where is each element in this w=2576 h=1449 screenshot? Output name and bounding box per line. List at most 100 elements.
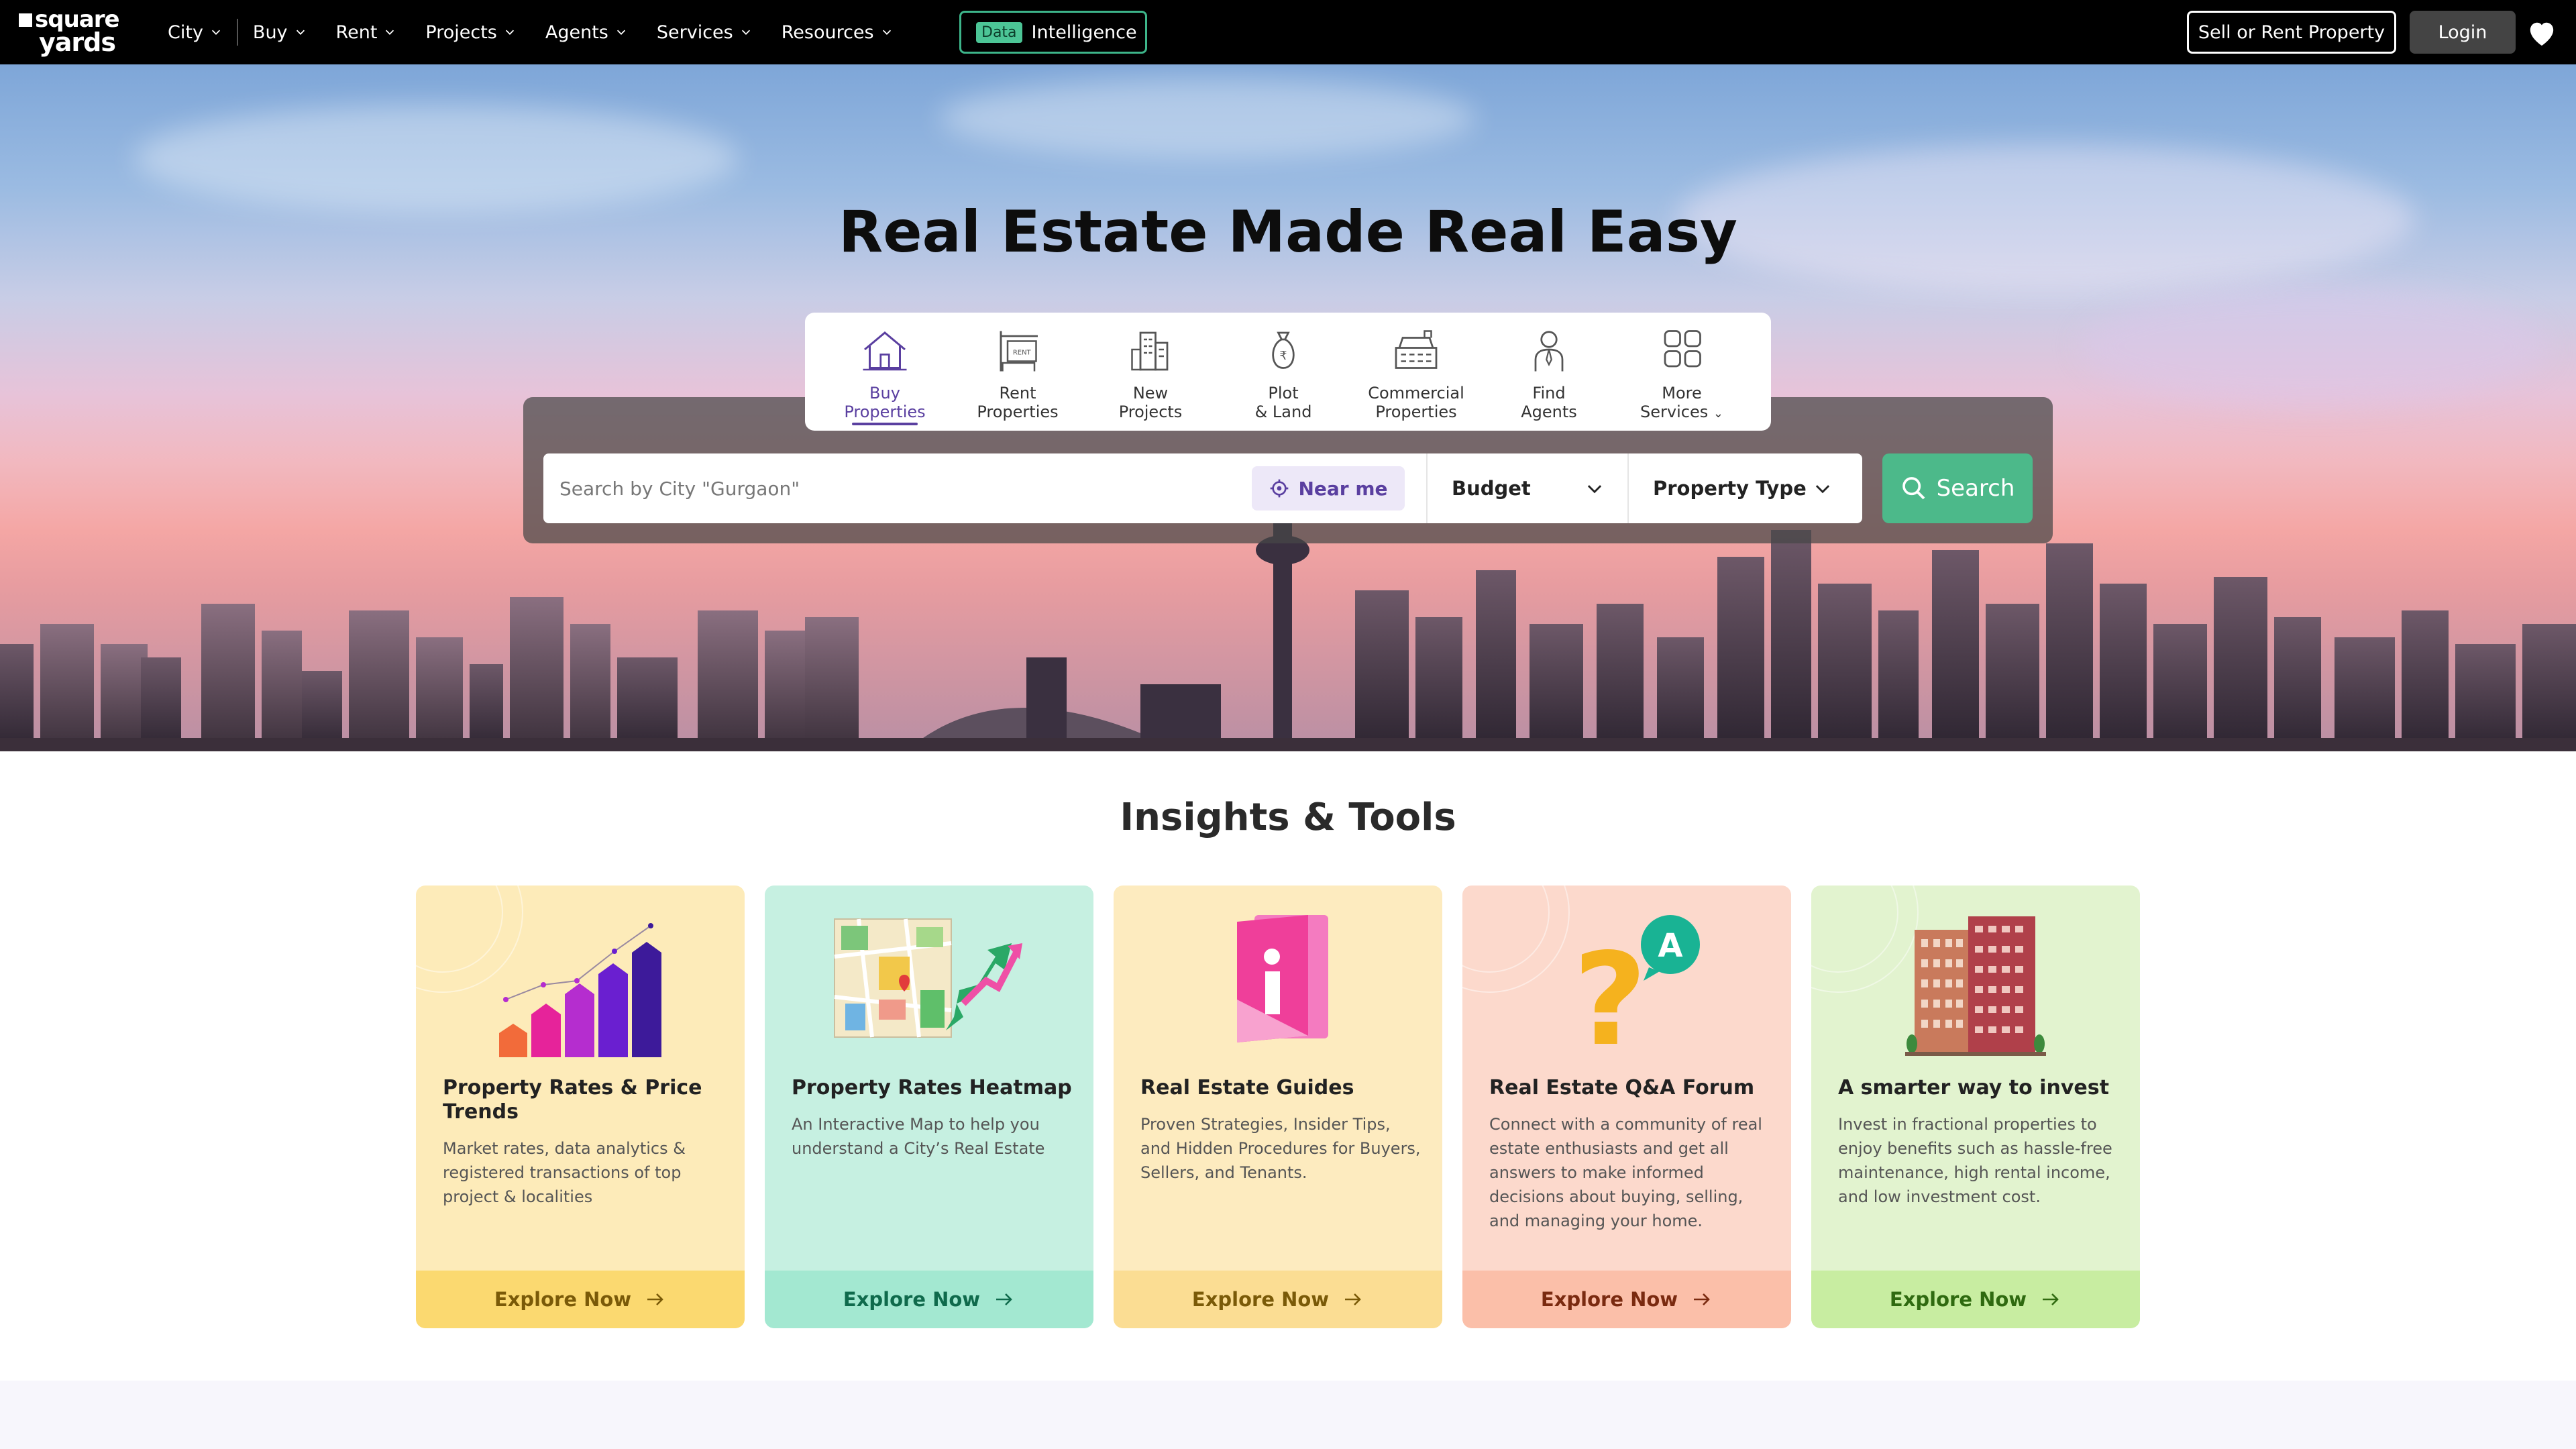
- nav-resources-label: Resources: [781, 21, 874, 43]
- nav-resources[interactable]: Resources: [782, 22, 893, 43]
- insight-card-qa-forum[interactable]: ? A Real Estate Q&A Forum Connect with a…: [1462, 885, 1791, 1328]
- nav-divider: [236, 19, 238, 46]
- search-button[interactable]: Search: [1882, 453, 2033, 523]
- heart-icon[interactable]: [2526, 19, 2557, 47]
- data-intelligence-button[interactable]: Data Intelligence: [959, 11, 1147, 54]
- grid-icon: [1664, 330, 1701, 368]
- tab-label-line2: & Land: [1254, 402, 1312, 421]
- insight-card-guides[interactable]: Real Estate Guides Proven Strategies, In…: [1114, 885, 1442, 1328]
- explore-now-button[interactable]: Explore Now: [765, 1271, 1093, 1328]
- tab-label-line1: Find: [1532, 384, 1566, 402]
- top-navbar: square yards City Buy Rent Projects Agen…: [0, 0, 2576, 64]
- near-me-button[interactable]: Near me: [1252, 466, 1405, 511]
- tab-label-line2: Services: [1640, 402, 1709, 421]
- svg-text:₹: ₹: [1279, 350, 1287, 363]
- tab-label-line1: Commercial: [1368, 384, 1464, 402]
- nav-projects[interactable]: Projects: [425, 22, 515, 43]
- sell-or-rent-button[interactable]: Sell or Rent Property: [2187, 11, 2396, 54]
- nav-services[interactable]: Services: [657, 22, 752, 43]
- card-description: Connect with a community of real estate …: [1489, 1115, 1762, 1230]
- search-button-label: Search: [1936, 475, 2015, 502]
- locate-icon: [1271, 479, 1289, 498]
- login-button[interactable]: Login: [2410, 11, 2516, 54]
- search-icon: [1902, 477, 1925, 500]
- money-bag-icon: ₹: [1272, 331, 1295, 369]
- arrow-right-icon: [1345, 1293, 1361, 1305]
- card-title: Real Estate Q&A Forum: [1489, 1076, 1755, 1099]
- arrow-right-icon: [1694, 1293, 1710, 1305]
- card-description: Market rates, data analytics & registere…: [443, 1139, 686, 1206]
- tab-label-line2: Properties: [844, 402, 926, 421]
- property-type-dropdown[interactable]: Property Type: [1627, 453, 1849, 523]
- tab-label-line2: Projects: [1118, 402, 1183, 421]
- tab-more-services[interactable]: More Services ⌄: [1615, 313, 1748, 431]
- svg-text:RENT: RENT: [1013, 350, 1032, 357]
- towers-icon: [1905, 916, 2046, 1056]
- tab-new-projects[interactable]: New Projects: [1084, 313, 1217, 431]
- main-nav: City Buy Rent Projects Agents Services R…: [168, 0, 922, 64]
- heatmap-icon: [834, 918, 1022, 1038]
- search-bar: Near me Budget Property Type: [543, 453, 1862, 523]
- explore-now-label: Explore Now: [494, 1288, 632, 1311]
- card-artwork: [1114, 885, 1442, 1087]
- explore-now-button[interactable]: Explore Now: [1114, 1271, 1442, 1328]
- near-me-label: Near me: [1298, 477, 1388, 500]
- tab-find-agents[interactable]: Find Agents: [1483, 313, 1615, 431]
- card-artwork: [416, 885, 745, 1087]
- nav-agents-label: Agents: [545, 21, 608, 43]
- chevron-down-icon: [386, 30, 394, 35]
- chevron-down-icon: [505, 30, 514, 35]
- svg-text:A: A: [1658, 927, 1682, 965]
- card-description: Proven Strategies, Insider Tips, and Hid…: [1140, 1115, 1421, 1182]
- budget-label: Budget: [1452, 477, 1531, 500]
- chevron-down-icon: [296, 30, 305, 35]
- nav-buy[interactable]: Buy: [253, 22, 307, 43]
- search-input[interactable]: [543, 453, 1254, 523]
- rent-sign-icon: RENT: [1000, 331, 1038, 372]
- office-icon: [1395, 330, 1438, 369]
- nav-projects-label: Projects: [425, 21, 497, 43]
- explore-now-button[interactable]: Explore Now: [1811, 1271, 2140, 1328]
- property-type-label: Property Type: [1653, 477, 1807, 500]
- arrow-right-icon: [2043, 1293, 2059, 1305]
- arrow-right-icon: [647, 1293, 663, 1305]
- card-title: Real Estate Guides: [1140, 1076, 1354, 1099]
- tab-label-line1: New: [1132, 384, 1169, 402]
- chevron-down-icon: [741, 30, 750, 35]
- explore-now-label: Explore Now: [1889, 1288, 2027, 1311]
- nav-agents[interactable]: Agents: [545, 22, 627, 43]
- card-artwork: [765, 885, 1093, 1087]
- tab-label-line2: Agents: [1521, 402, 1577, 421]
- tab-commercial-properties[interactable]: Commercial Properties: [1350, 313, 1483, 431]
- insight-card-invest[interactable]: A smarter way to invest Invest in fracti…: [1811, 885, 2140, 1328]
- data-intelligence-label: Intelligence: [1031, 21, 1137, 43]
- chevron-down-icon: ⌄: [1713, 407, 1723, 421]
- insight-card-price-trends[interactable]: Property Rates & Price Trends Market rat…: [416, 885, 745, 1328]
- question-answer-icon: ? A: [1573, 915, 1700, 1057]
- nav-buy-label: Buy: [252, 21, 288, 43]
- tab-label-line1: Rent: [999, 384, 1036, 402]
- chevron-down-icon: [211, 30, 220, 35]
- nav-city[interactable]: City: [168, 22, 222, 43]
- nav-services-label: Services: [656, 21, 733, 43]
- tab-buy-properties[interactable]: Buy Properties: [818, 313, 951, 431]
- card-description: An Interactive Map to help you understan…: [792, 1115, 1045, 1158]
- house-icon: [863, 331, 907, 371]
- square-yards-logo[interactable]: square yards: [19, 8, 133, 55]
- tab-label-line2: Properties: [977, 402, 1059, 421]
- tab-plot-land[interactable]: ₹ Plot & Land: [1217, 313, 1350, 431]
- explore-now-button[interactable]: Explore Now: [1462, 1271, 1791, 1328]
- budget-dropdown[interactable]: Budget: [1426, 453, 1627, 523]
- data-tag: Data: [976, 21, 1022, 43]
- chevron-down-icon: [1815, 485, 1830, 494]
- insight-card-heatmap[interactable]: Property Rates Heatmap An Interactive Ma…: [765, 885, 1093, 1328]
- explore-now-button[interactable]: Explore Now: [416, 1271, 745, 1328]
- bar-chart-icon: [499, 923, 661, 1057]
- chevron-down-icon: [882, 30, 891, 35]
- tab-label-line1: More: [1662, 384, 1702, 402]
- nav-rent-label: Rent: [335, 21, 378, 43]
- service-tabs: Buy Properties RENT Rent Properties New Pro…: [805, 313, 1771, 431]
- nav-rent[interactable]: Rent: [336, 22, 396, 43]
- tab-label-line1: Plot: [1268, 384, 1299, 402]
- tab-rent-properties[interactable]: RENT Rent Properties: [951, 313, 1084, 431]
